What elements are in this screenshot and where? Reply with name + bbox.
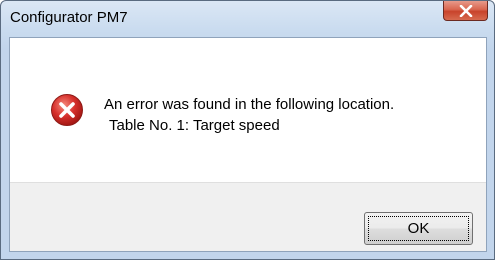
close-button[interactable] [443, 1, 488, 21]
error-icon [51, 94, 83, 126]
ok-button[interactable]: OK [364, 212, 473, 245]
button-bar: OK [10, 182, 486, 251]
message-line-2: Table No. 1: Target speed [109, 117, 280, 134]
dialog-body: An error was found in the following loca… [9, 37, 487, 252]
error-message: An error was found in the following loca… [104, 94, 394, 136]
message-line-1: An error was found in the following loca… [104, 96, 395, 113]
close-icon [459, 4, 472, 17]
window-title: Configurator PM7 [10, 9, 128, 26]
dialog-window: Configurator PM7 An error was found in t… [0, 0, 495, 260]
message-area: An error was found in the following loca… [10, 38, 486, 182]
ok-button-label: OK [407, 220, 430, 237]
